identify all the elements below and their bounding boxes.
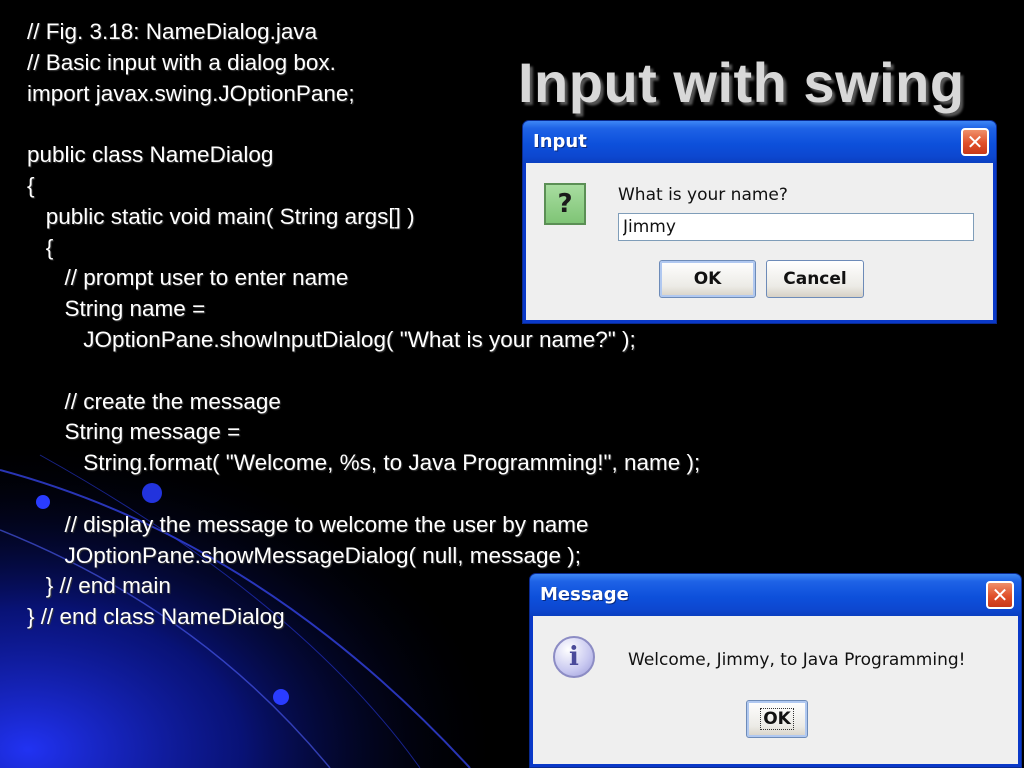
code-line: String.format( "Welcome, %s, to Java Pro… xyxy=(27,450,701,476)
ok-button[interactable]: OK xyxy=(659,260,756,298)
message-dialog-titlebar[interactable]: Message ✕ xyxy=(530,574,1021,616)
message-ok-button[interactable]: OK xyxy=(746,700,808,738)
info-icon: i xyxy=(553,636,595,678)
code-line: // display the message to welcome the us… xyxy=(27,511,589,537)
slide-title: Input with swing xyxy=(518,51,965,114)
question-icon: ? xyxy=(544,183,586,225)
welcome-message: Welcome, Jimmy, to Java Programming! xyxy=(628,650,966,670)
input-dialog-body: ? What is your name? OK Cancel xyxy=(526,163,993,320)
prompt-label: What is your name? xyxy=(618,185,788,205)
input-dialog: Input ✕ ? What is your name? OK Cancel xyxy=(522,120,997,324)
message-dialog-title: Message xyxy=(540,584,629,605)
message-dialog-body: i Welcome, Jimmy, to Java Programming! O… xyxy=(533,616,1018,764)
name-input[interactable] xyxy=(618,213,974,241)
code-line: String message = xyxy=(27,419,241,445)
cancel-button[interactable]: Cancel xyxy=(766,260,864,298)
close-icon[interactable]: ✕ xyxy=(961,128,989,156)
message-dialog: Message ✕ i Welcome, Jimmy, to Java Prog… xyxy=(529,573,1022,768)
message-ok-label: OK xyxy=(760,708,794,730)
code-line: JOptionPane.showMessageDialog( null, mes… xyxy=(27,542,582,568)
close-icon[interactable]: ✕ xyxy=(986,581,1014,609)
input-dialog-titlebar[interactable]: Input ✕ xyxy=(523,121,996,163)
code-line: // create the message xyxy=(27,388,281,414)
input-dialog-title: Input xyxy=(533,131,587,152)
code-line: // Fig. 3.18: NameDialog.java xyxy=(27,19,318,44)
code-line: JOptionPane.showInputDialog( "What is yo… xyxy=(27,326,636,352)
